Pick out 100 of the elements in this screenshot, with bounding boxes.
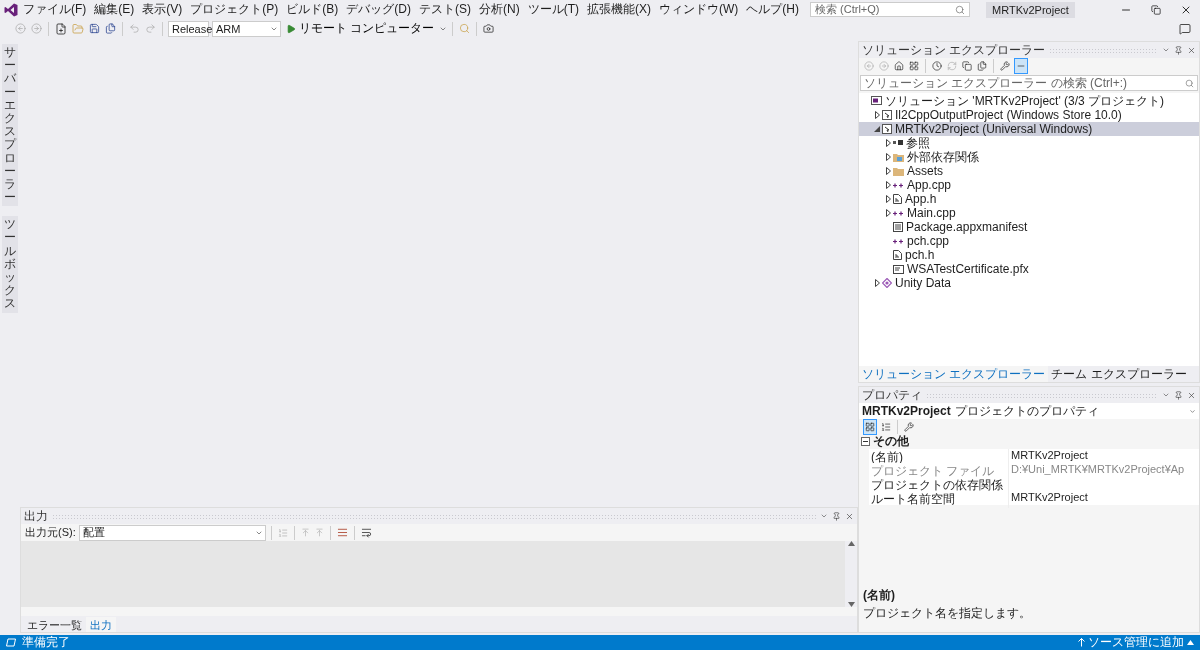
- tree-item[interactable]: Assets: [859, 164, 1199, 178]
- menu-item[interactable]: ファイル(F): [20, 1, 90, 18]
- menu-item[interactable]: ビルド(B): [283, 1, 342, 18]
- pin-icon: [1174, 45, 1183, 55]
- panel-tab[interactable]: 出力: [86, 617, 116, 632]
- tree-item[interactable]: WSATestCertificate.pfx: [859, 262, 1199, 276]
- tree-item[interactable]: 外部依存関係: [859, 150, 1199, 164]
- app-logo: [4, 2, 18, 17]
- search-icon: [459, 23, 471, 34]
- undo-icon: [129, 23, 140, 34]
- search-field[interactable]: ソリューション エクスプローラー の検索 (Ctrl+:): [860, 75, 1198, 91]
- menu-item[interactable]: ウィンドウ(W): [656, 1, 742, 18]
- source-dropdown[interactable]: 配置: [78, 524, 266, 541]
- side-tab[interactable]: ツールボックス: [2, 216, 18, 313]
- new-file-button[interactable]: [54, 20, 68, 37]
- property-value[interactable]: MRTKv2Project: [1009, 449, 1199, 466]
- sort-icon: [881, 421, 891, 432]
- scroll-up-icon[interactable]: [847, 541, 855, 546]
- save-icon: [89, 23, 100, 34]
- menu-item[interactable]: 表示(V): [139, 1, 186, 18]
- back-icon: [864, 60, 874, 71]
- source-control-button[interactable]: ソース管理に追加: [1078, 634, 1194, 650]
- manifest-file-icon: [893, 222, 903, 232]
- menu-item[interactable]: ヘルプ(H): [743, 1, 802, 18]
- cpp-file-icon: [893, 237, 904, 245]
- redo-icon: [145, 23, 156, 34]
- tree-item[interactable]: Il2CppOutputProject (Windows Store 10.0): [859, 108, 1199, 122]
- collapsed-arrow-icon[interactable]: [874, 279, 880, 287]
- property-name: ルート名前空間: [869, 491, 1009, 508]
- scroll-down-icon[interactable]: [847, 602, 855, 607]
- source-label: 出力元(S):: [25, 525, 76, 540]
- collapsed-arrow-icon[interactable]: [885, 181, 891, 189]
- files-icon: [977, 60, 987, 71]
- platform-dropdown[interactable]: ARM: [212, 20, 281, 37]
- collapsed-arrow-icon[interactable]: [885, 195, 891, 203]
- tree-item[interactable]: Unity Data: [859, 276, 1199, 290]
- menu-item[interactable]: 編集(E): [91, 1, 138, 18]
- clear-list-icon: [336, 527, 348, 538]
- save-all-button[interactable]: [104, 20, 117, 37]
- tree-item[interactable]: ソリューション 'MRTKv2Project' (3/3 プロジェクト): [859, 94, 1199, 108]
- expanded-arrow-icon[interactable]: [874, 126, 880, 132]
- save-all-icon: [105, 23, 116, 34]
- back-icon: [15, 23, 26, 34]
- tree-item[interactable]: pch.h: [859, 248, 1199, 262]
- tree-item[interactable]: App.cpp: [859, 178, 1199, 192]
- tree-item[interactable]: pch.cpp: [859, 234, 1199, 248]
- scrollbar[interactable]: [845, 541, 857, 607]
- panel-title: 出力: [24, 507, 48, 525]
- tree-item[interactable]: Main.cpp: [859, 206, 1199, 220]
- diamond-icon: [882, 278, 892, 288]
- menu-item[interactable]: 拡張機能(X): [584, 1, 654, 18]
- panel-title: ソリューション エクスプローラー: [862, 41, 1046, 59]
- collapsed-arrow-icon[interactable]: [885, 209, 891, 217]
- references-icon: [893, 140, 903, 146]
- side-tab[interactable]: サーバーエクスプローラー: [2, 44, 18, 207]
- grid-icon: [865, 421, 875, 432]
- menu-item[interactable]: デバッグ(D): [343, 1, 414, 18]
- run-button[interactable]: リモート コンピューター: [284, 20, 437, 37]
- menu-item[interactable]: 分析(N): [476, 1, 523, 18]
- panel-title: プロパティ: [862, 386, 922, 404]
- dropdown-icon: [1189, 407, 1196, 415]
- object-dropdown[interactable]: MRTKv2Project プロジェクトのプロパティ: [859, 403, 1199, 419]
- forward-icon: [879, 60, 889, 71]
- panel-tab[interactable]: チーム エクスプローラー: [1048, 366, 1190, 382]
- dropdown-icon: [1162, 46, 1170, 54]
- collapse-icon[interactable]: [861, 437, 870, 446]
- tree-item[interactable]: 参照: [859, 136, 1199, 150]
- menu-item[interactable]: テスト(S): [416, 1, 474, 18]
- menu-item[interactable]: ツール(T): [524, 1, 582, 18]
- search-field[interactable]: 検索 (Ctrl+Q): [810, 2, 970, 17]
- panel-tab[interactable]: エラー一覧: [23, 617, 86, 632]
- status-icon: [6, 638, 16, 647]
- dropdown-icon: [1162, 391, 1170, 399]
- collapsed-arrow-icon[interactable]: [885, 139, 891, 147]
- folder-icon: [72, 22, 84, 35]
- solution-name: MRTKv2Project: [986, 1, 1075, 18]
- tree-item[interactable]: Package.appxmanifest: [859, 220, 1199, 234]
- collapsed-arrow-icon[interactable]: [885, 167, 891, 175]
- search-icon: [1185, 78, 1194, 88]
- panel-tab[interactable]: ソリューション エクスプローラー: [859, 366, 1049, 382]
- pin-icon: [832, 511, 841, 521]
- camera-icon: [483, 23, 495, 34]
- cpp-file-icon: [893, 181, 904, 189]
- cpp-file-icon: [893, 209, 904, 217]
- search-icon: [955, 4, 965, 15]
- pin-icon: [1174, 390, 1183, 400]
- collapsed-arrow-icon[interactable]: [885, 153, 891, 161]
- menu-item[interactable]: プロジェクト(P): [187, 1, 282, 18]
- description-title: (名前): [863, 587, 896, 604]
- tree-item[interactable]: App.h: [859, 192, 1199, 206]
- grid-icon: [909, 60, 919, 71]
- up-icon: [314, 528, 324, 537]
- status-message: 準備完了: [22, 634, 70, 650]
- property-value[interactable]: MRTKv2Project: [1009, 491, 1199, 508]
- caret-icon: [1187, 640, 1194, 645]
- wrap-icon: [360, 527, 372, 538]
- tree-item[interactable]: MRTKv2Project (Universal Windows): [859, 122, 1199, 136]
- close-icon: [1187, 45, 1196, 55]
- collapsed-arrow-icon[interactable]: [874, 111, 880, 119]
- project-icon: [882, 110, 892, 120]
